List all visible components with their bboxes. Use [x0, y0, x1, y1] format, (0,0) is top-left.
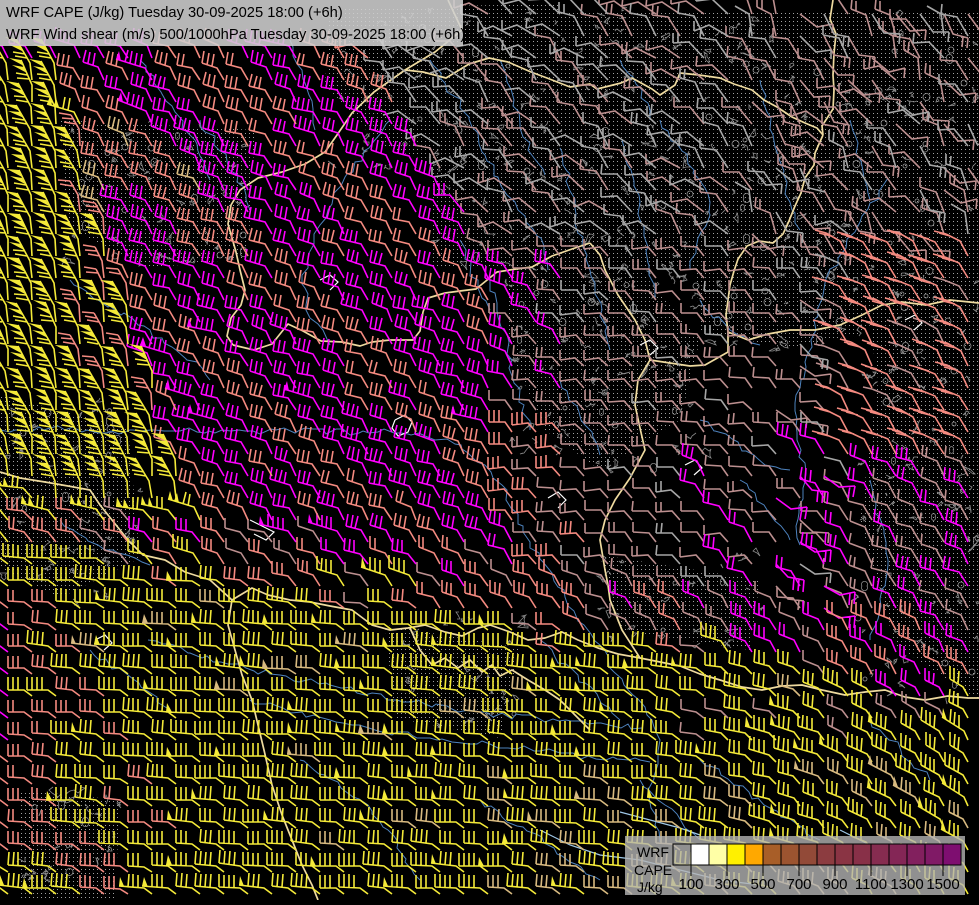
svg-text:1500: 1500 — [926, 876, 959, 893]
svg-text:WRF Wind shear (m/s) 500/1000h: WRF Wind shear (m/s) 500/1000hPa Tuesday… — [6, 27, 465, 43]
svg-text:WRF CAPE (J/kg) Tuesday 30-09-: WRF CAPE (J/kg) Tuesday 30-09-2025 18:00… — [6, 5, 343, 21]
svg-text:WRF: WRF — [637, 844, 669, 860]
svg-text:900: 900 — [822, 876, 847, 893]
svg-text:1100: 1100 — [855, 876, 887, 893]
svg-text:500: 500 — [750, 876, 775, 893]
svg-text:300: 300 — [714, 876, 739, 893]
svg-text:700: 700 — [786, 876, 811, 893]
svg-text:CAPE: CAPE — [634, 862, 672, 878]
svg-text:1300: 1300 — [890, 876, 923, 893]
svg-text:100: 100 — [678, 876, 703, 893]
svg-text:J/kg: J/kg — [637, 879, 663, 895]
